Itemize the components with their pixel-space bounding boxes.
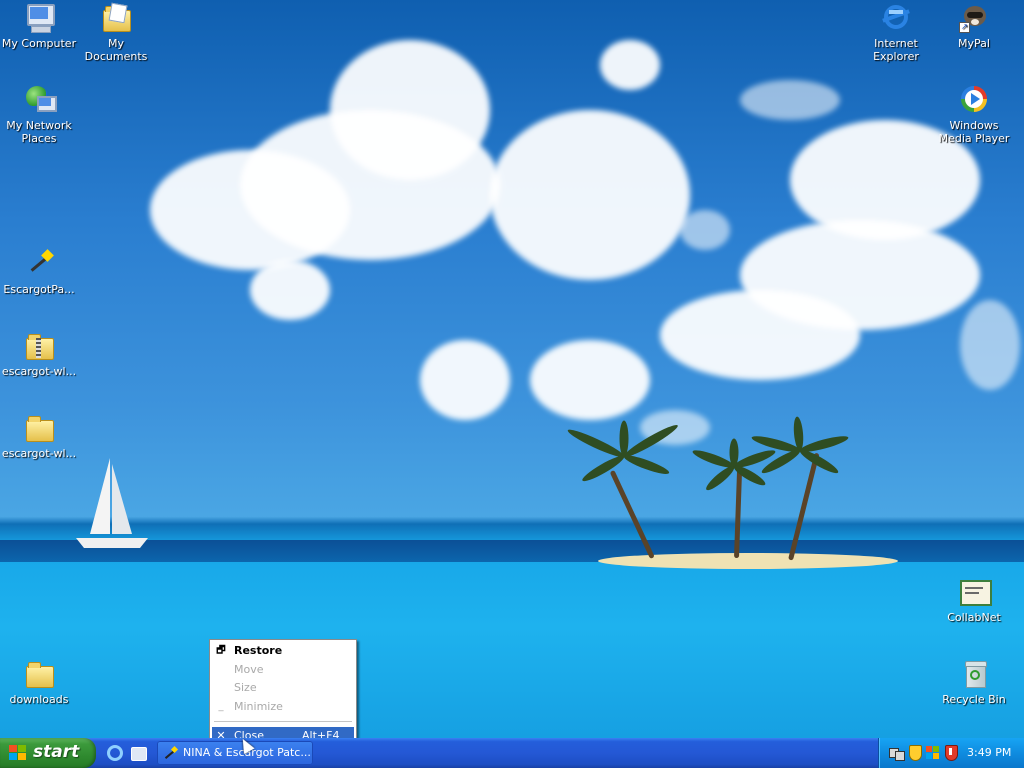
island-image: [598, 553, 898, 569]
raccoon-icon: ↗: [958, 2, 990, 34]
network-tray-icon[interactable]: [889, 745, 905, 761]
quick-launch-show-desktop-icon[interactable]: [129, 744, 147, 762]
system-tray: 3:49 PM: [878, 738, 1024, 768]
zip-folder-icon: [23, 330, 55, 362]
collabnet-icon[interactable]: CollabNet: [935, 576, 1013, 624]
taskbar-button-nina-escargot[interactable]: NINA & Escargot Patc...: [157, 741, 313, 765]
menu-item-move[interactable]: Move: [212, 661, 354, 679]
computer-icon: [23, 2, 55, 34]
icon-label: downloads: [9, 693, 69, 706]
icon-label: Recycle Bin: [942, 693, 1006, 706]
desktop[interactable]: My Computer My Documents My Network Plac…: [0, 0, 1024, 738]
folder-icon: [23, 658, 55, 690]
cloud: [600, 40, 660, 90]
magic-wand-icon: [23, 248, 55, 280]
icon-label: escargot-wl...: [1, 365, 77, 378]
folder-icon: [23, 412, 55, 444]
icon-label: My Network Places: [6, 119, 72, 145]
icon-label: escargot-wl...: [1, 447, 77, 460]
menu-item-label: Size: [234, 681, 257, 694]
menu-separator: [214, 721, 352, 722]
cloud: [660, 290, 860, 380]
downloads-folder-icon[interactable]: downloads: [0, 658, 78, 706]
start-button[interactable]: start: [0, 738, 96, 768]
menu-item-label: Move: [234, 663, 264, 676]
menu-item-label: Minimize: [234, 700, 283, 713]
mypal-icon[interactable]: ↗ MyPal: [935, 2, 1013, 50]
cloud: [250, 260, 330, 320]
escargot-folder-icon[interactable]: escargot-wl...: [0, 412, 78, 460]
internet-explorer-icon[interactable]: Internet Explorer: [857, 2, 935, 63]
icon-label: Windows Media Player: [938, 119, 1010, 145]
alert-shield-icon[interactable]: [943, 745, 958, 761]
sailboat-image: [76, 458, 148, 548]
window-context-menu: 🗗 Restore Move Size _ Minimize ✕ Close A…: [209, 639, 357, 751]
media-player-icon: [958, 84, 990, 116]
taskbar: start NINA & Escargot Patc... 3:49 PM: [0, 738, 1024, 768]
icon-label: CollabNet: [947, 611, 1001, 624]
quick-launch-ie-icon[interactable]: [106, 744, 124, 762]
cloud: [740, 80, 840, 120]
recycle-bin-icon[interactable]: Recycle Bin: [935, 658, 1013, 706]
escargot-patcher-icon[interactable]: EscargotPa...: [0, 248, 78, 296]
icon-label: Internet Explorer: [873, 37, 919, 63]
icon-label: EscargotPa...: [3, 283, 75, 296]
windows-media-player-icon[interactable]: Windows Media Player: [935, 84, 1013, 145]
cloud: [240, 110, 500, 260]
icon-label: MyPal: [958, 37, 990, 50]
clock[interactable]: 3:49 PM: [967, 746, 1011, 759]
security-shield-icon[interactable]: [907, 745, 922, 761]
menu-item-minimize[interactable]: _ Minimize: [212, 698, 354, 716]
start-label: start: [33, 742, 80, 762]
network-icon: [23, 84, 57, 116]
minimize-icon: _: [218, 701, 224, 712]
cloud: [960, 300, 1020, 390]
windows-update-icon[interactable]: [925, 745, 940, 760]
magic-wand-icon: [163, 745, 179, 760]
my-network-places-icon[interactable]: My Network Places: [0, 84, 78, 145]
menu-item-label: Restore: [234, 644, 283, 657]
my-documents-icon[interactable]: My Documents: [77, 2, 155, 63]
windows-logo-icon: [9, 745, 27, 761]
cloud: [530, 340, 650, 420]
menu-item-restore[interactable]: 🗗 Restore: [212, 642, 354, 660]
menu-item-size[interactable]: Size: [212, 679, 354, 697]
cloud: [490, 110, 690, 280]
recycle-bin-icon: [958, 658, 990, 690]
my-computer-icon[interactable]: My Computer: [0, 2, 78, 50]
cloud: [680, 210, 730, 250]
ie-logo-icon: [880, 2, 912, 34]
icon-label: My Computer: [1, 37, 77, 50]
documents-folder-icon: [100, 2, 132, 34]
restore-icon: 🗗: [216, 645, 226, 656]
cloud: [420, 340, 510, 420]
escargot-zip-icon[interactable]: escargot-wl...: [0, 330, 78, 378]
certificate-icon: [958, 576, 992, 608]
icon-label: My Documents: [84, 37, 148, 63]
